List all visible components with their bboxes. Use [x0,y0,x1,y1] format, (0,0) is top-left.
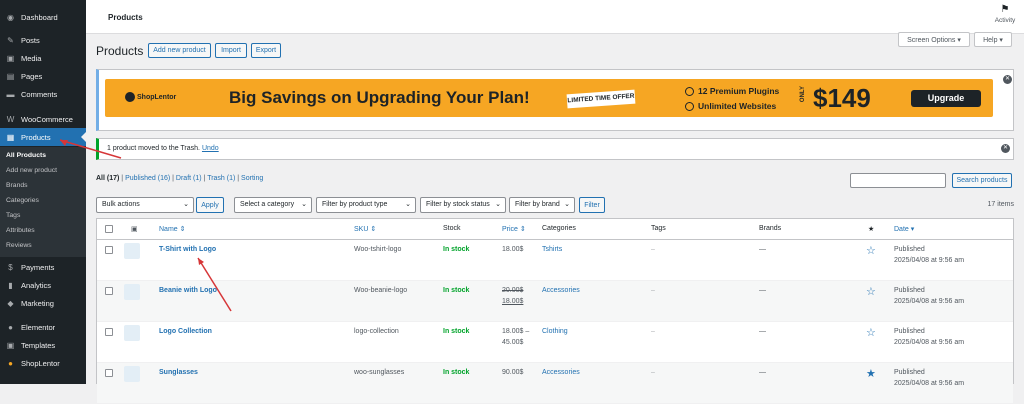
annotation-arrows [59,139,232,312]
annotation-arrow [197,257,232,312]
annotation-arrow [59,139,122,159]
arrow-head-icon [60,140,68,146]
